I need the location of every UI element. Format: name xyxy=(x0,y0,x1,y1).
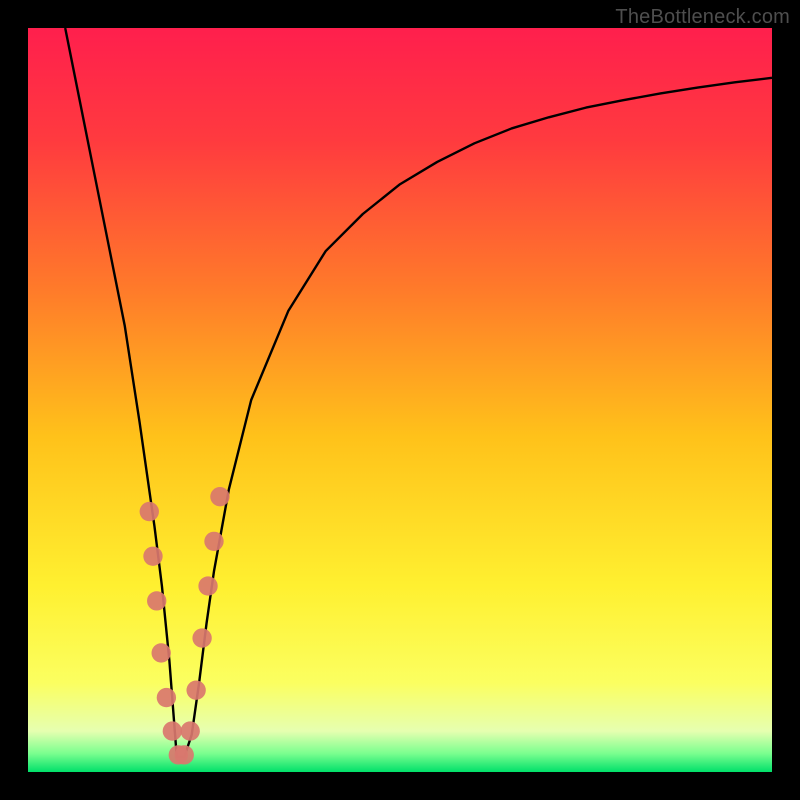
highlight-dot xyxy=(163,721,182,740)
highlight-dot xyxy=(186,680,205,699)
watermark-text: TheBottleneck.com xyxy=(615,6,790,29)
highlight-dot xyxy=(181,721,200,740)
highlight-dot xyxy=(140,502,159,521)
highlight-dot xyxy=(152,643,171,662)
gradient-background xyxy=(28,28,772,772)
bottleneck-chart xyxy=(28,28,772,772)
chart-frame: TheBottleneck.com xyxy=(0,0,800,800)
highlight-dot xyxy=(175,745,194,764)
highlight-dot xyxy=(210,487,229,506)
highlight-dot xyxy=(204,532,223,551)
highlight-dot xyxy=(157,688,176,707)
highlight-dot xyxy=(192,628,211,647)
highlight-dot xyxy=(143,547,162,566)
highlight-dot xyxy=(198,576,217,595)
plot-area xyxy=(28,28,772,772)
highlight-dot xyxy=(147,591,166,610)
